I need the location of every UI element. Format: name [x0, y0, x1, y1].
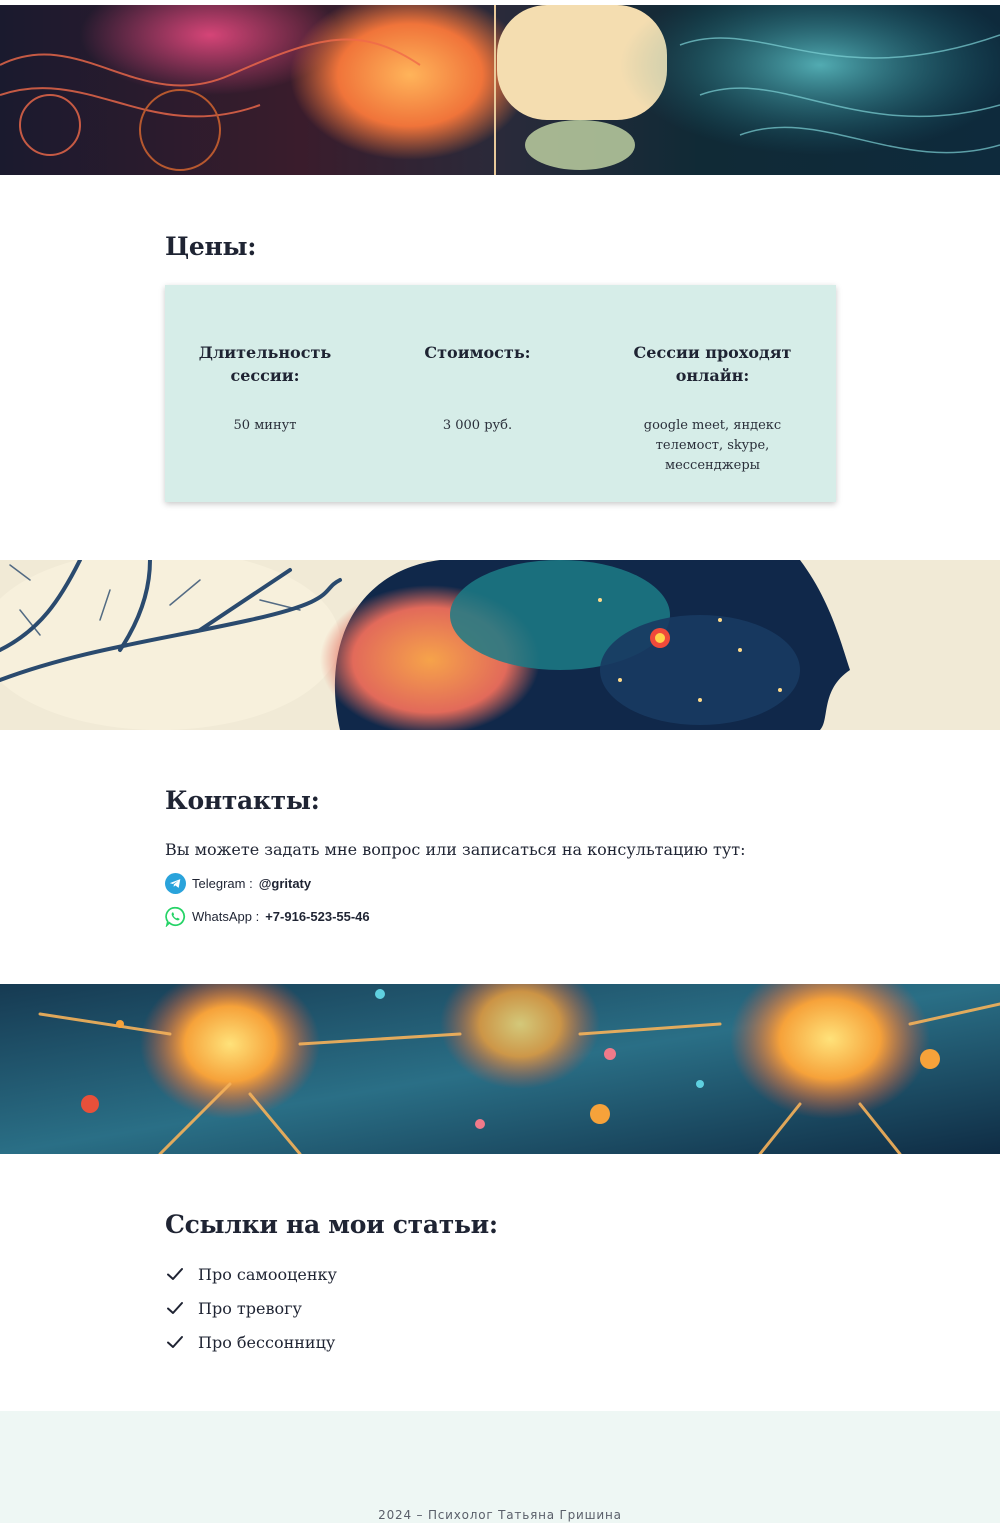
article-link-label[interactable]: Про тревогу [198, 1299, 302, 1318]
page-footer: 2024 – Психолог Татьяна Гришина [0, 1411, 1000, 1523]
telegram-handle-link[interactable]: @gritaty [259, 876, 311, 891]
session-online-heading: Сессии проходят онлайн: [633, 343, 792, 385]
whatsapp-contact[interactable]: WhatsApp : +7-916-523-55-46 [165, 905, 370, 927]
session-duration-heading: Длительность сессии: [198, 343, 332, 385]
whatsapp-phone-link[interactable]: +7-916-523-55-46 [265, 909, 369, 924]
head-profile-art-banner [0, 560, 1000, 730]
session-cost-heading: Стоимость: [424, 343, 531, 362]
checkmark-icon [165, 1332, 185, 1352]
article-link-label[interactable]: Про бессонницу [198, 1333, 335, 1352]
contacts-heading: Контакты: [165, 786, 320, 815]
contacts-intro-text: Вы можете задать мне вопрос или записать… [165, 840, 746, 859]
session-cost-column: Стоимость: 3 000 руб. [395, 341, 560, 433]
article-link-self-esteem[interactable]: Про самооценку [165, 1262, 337, 1286]
session-duration-column: Длительность сессии: 50 минут [185, 341, 345, 433]
article-link-insomnia[interactable]: Про бессонницу [165, 1330, 335, 1354]
brain-art-banner-top [0, 5, 1000, 175]
footer-copyright: 2024 – Психолог Татьяна Гришина [378, 1508, 622, 1522]
whatsapp-icon [165, 906, 186, 927]
checkmark-icon [165, 1298, 185, 1318]
whatsapp-label: WhatsApp : [192, 908, 260, 924]
session-cost-value: 3 000 руб. [442, 418, 513, 433]
pricing-card: Длительность сессии: 50 минут Стоимость:… [165, 285, 836, 502]
telegram-contact[interactable]: Telegram : @gritaty [165, 872, 311, 894]
article-link-label[interactable]: Про самооценку [198, 1265, 337, 1284]
telegram-icon [165, 872, 186, 894]
checkmark-icon [165, 1264, 185, 1284]
prices-heading: Цены: [165, 232, 257, 261]
neurons-art-banner [0, 984, 1000, 1154]
session-duration-value: 50 минут [233, 418, 297, 433]
session-online-column: Сессии проходят онлайн: google meet, янд… [620, 341, 805, 473]
articles-heading: Ссылки на мои статьи: [165, 1210, 498, 1239]
session-online-value: google meet, яндекс телемост, skype, мес… [643, 418, 782, 473]
telegram-label: Telegram : [192, 875, 253, 891]
article-link-anxiety[interactable]: Про тревогу [165, 1296, 302, 1320]
